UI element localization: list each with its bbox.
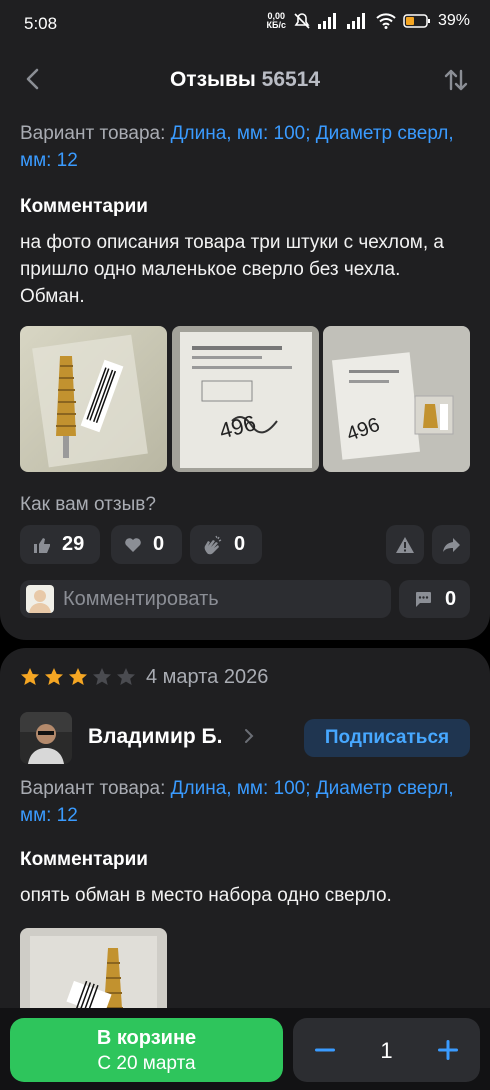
review-count: 56514 xyxy=(261,68,321,91)
user-placeholder-icon xyxy=(29,590,51,613)
header: Отзывы 56514 xyxy=(0,50,490,110)
signal-icon xyxy=(317,13,336,29)
star-icon xyxy=(45,668,63,685)
review-photo-2[interactable]: 496 xyxy=(172,326,319,472)
comments-heading: Комментарии xyxy=(20,849,148,870)
heart-count: 0 xyxy=(153,533,165,555)
review-card: Отзывы 56514 Вариант товара: Длина, мм: … xyxy=(0,50,490,640)
product-variant: Вариант товара: Длина, мм: 100; Диаметр … xyxy=(20,123,454,171)
comment-input[interactable]: Комментировать xyxy=(20,580,391,618)
review-photo-3[interactable]: 496 xyxy=(323,326,470,472)
share-icon xyxy=(443,537,460,552)
status-time: 5:08 xyxy=(24,14,58,33)
clap-icon xyxy=(204,535,222,554)
shipping-label-image: 496 xyxy=(172,326,319,472)
star-empty-icon xyxy=(117,668,135,685)
comments-counter[interactable]: 0 xyxy=(399,580,470,618)
chevron-right-icon[interactable] xyxy=(242,728,256,744)
signal-icon-2 xyxy=(346,13,365,29)
product-variant: Вариант товара: Длина, мм: 100; Диаметр … xyxy=(20,778,454,826)
review-text: опять обман в место набора одно сверло. xyxy=(20,885,392,906)
bottom-bar: В корзине С 20 марта 1 xyxy=(0,1008,490,1090)
comment-placeholder: Комментировать xyxy=(63,588,219,610)
status-bar: 5:08 0,00 КБ/с 39% xyxy=(0,0,490,50)
thumbs-up-icon xyxy=(34,537,50,553)
like-count: 29 xyxy=(62,533,85,555)
chat-bubble-icon xyxy=(415,592,431,607)
cart-label: В корзине xyxy=(96,1027,197,1049)
review-text: на фото описания товара три штуки с чехл… xyxy=(20,232,444,307)
page-title: Отзывы 56514 xyxy=(169,68,321,91)
review-photo-1[interactable] xyxy=(20,326,167,472)
heart-button[interactable]: 0 xyxy=(111,525,182,564)
increase-button[interactable] xyxy=(434,1036,462,1064)
clap-button[interactable]: 0 xyxy=(190,525,262,564)
network-speed: 0,00 КБ/с xyxy=(266,11,286,30)
review-date: 4 марта 2026 xyxy=(146,666,269,688)
user-avatar xyxy=(26,585,54,613)
plus-icon xyxy=(438,1040,458,1060)
like-button[interactable]: 29 xyxy=(20,525,100,564)
star-icon xyxy=(69,668,87,685)
status-icons: 0,00 КБ/с 39% xyxy=(267,12,471,30)
sort-icon[interactable] xyxy=(442,66,470,94)
author-photo xyxy=(20,712,72,764)
heart-icon xyxy=(125,537,141,552)
quantity-stepper: 1 xyxy=(293,1018,480,1082)
comments-count: 0 xyxy=(444,587,457,610)
warning-icon xyxy=(396,536,414,553)
clap-count: 0 xyxy=(234,533,246,555)
package-with-drill-image: 496 xyxy=(323,326,470,472)
report-button[interactable] xyxy=(386,525,424,564)
drill-package-image xyxy=(20,326,167,472)
battery-icon xyxy=(403,14,430,28)
in-cart-button[interactable]: В корзине С 20 марта xyxy=(10,1018,283,1082)
wifi-icon xyxy=(376,13,396,29)
author-name[interactable]: Владимир Б. xyxy=(88,725,222,749)
avatar[interactable] xyxy=(20,712,72,764)
rating-stars xyxy=(20,667,136,687)
share-button[interactable] xyxy=(432,525,470,564)
subscribe-button[interactable]: Подписаться xyxy=(304,719,470,757)
comments-heading: Комментарии xyxy=(20,196,148,217)
battery-percent: 39% xyxy=(437,12,470,29)
star-empty-icon xyxy=(93,668,111,685)
star-icon xyxy=(21,668,39,685)
mute-icon xyxy=(294,13,310,29)
helpful-question: Как вам отзыв? xyxy=(20,494,156,515)
delivery-date: С 20 марта xyxy=(97,1053,196,1074)
